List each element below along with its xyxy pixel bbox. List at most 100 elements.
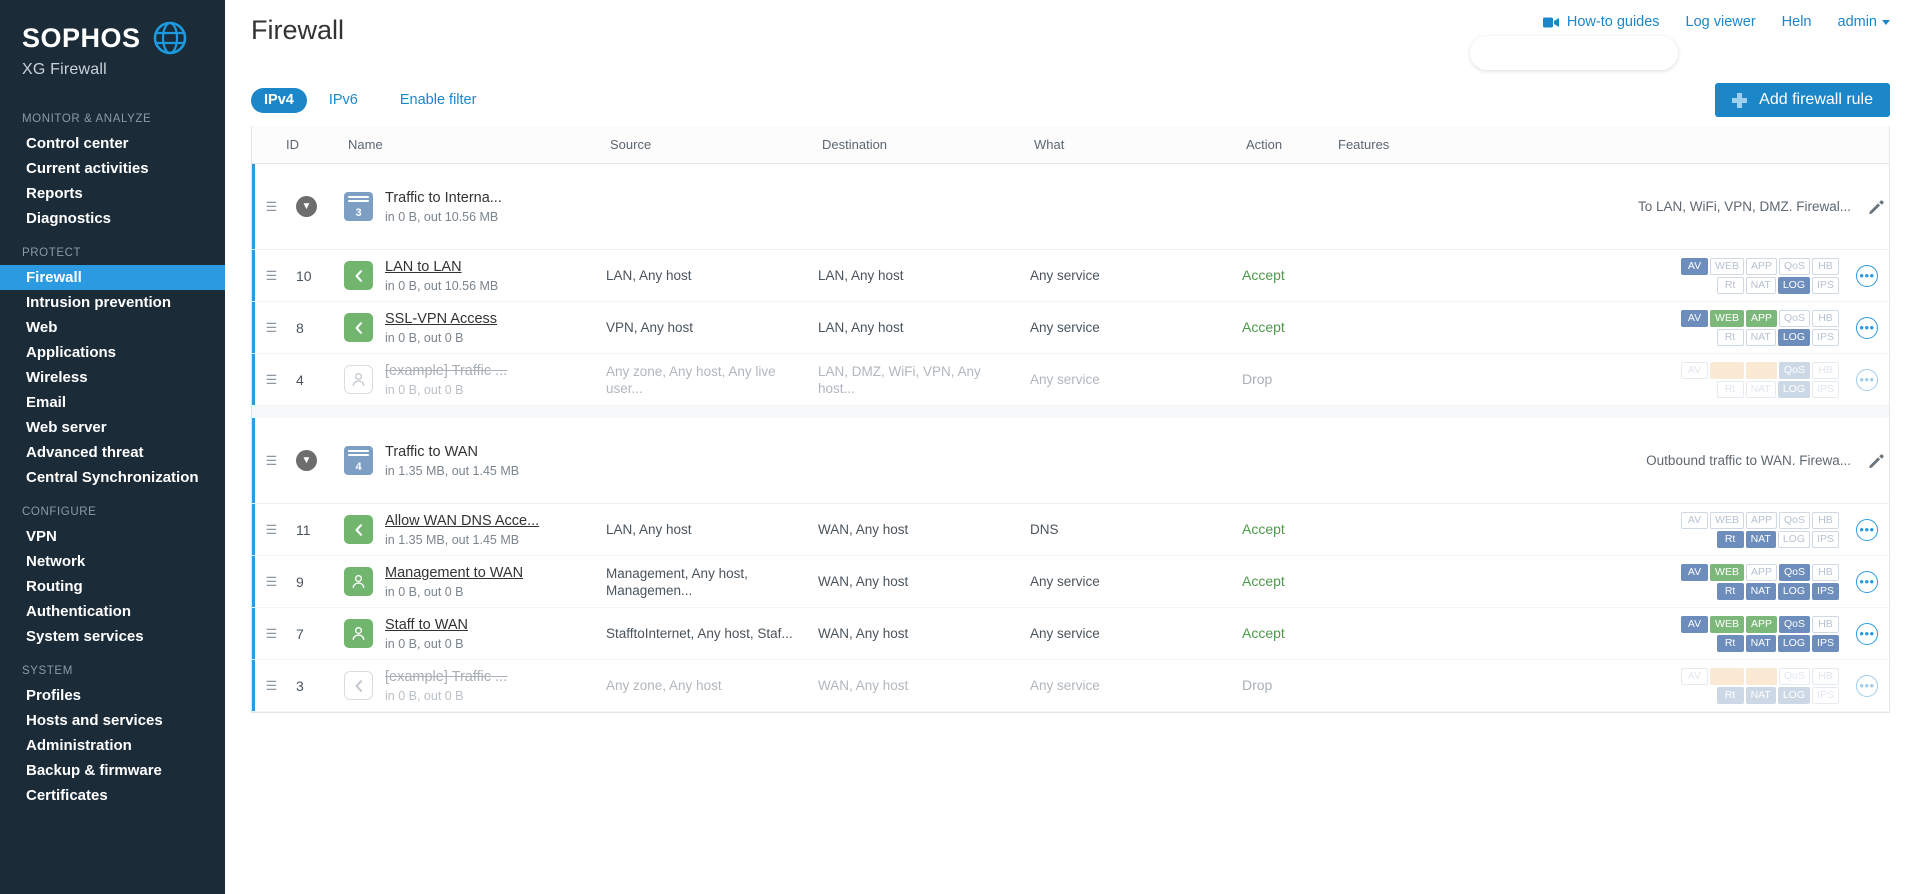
- feature-badge-app[interactable]: APP: [1746, 668, 1777, 685]
- sidebar-item-system-services[interactable]: System services: [0, 624, 225, 649]
- feature-badge-ips[interactable]: IPS: [1812, 381, 1839, 398]
- feature-badge-nat[interactable]: NAT: [1746, 531, 1776, 548]
- feature-badge-rt[interactable]: Rt: [1717, 277, 1744, 294]
- table-row[interactable]: ☰7Staff to WANin 0 B, out 0 BStafftoInte…: [252, 608, 1889, 660]
- edit-group-icon[interactable]: [1863, 199, 1889, 215]
- table-row[interactable]: ☰8SSL-VPN Accessin 0 B, out 0 BVPN, Any …: [252, 302, 1889, 354]
- sidebar-item-vpn[interactable]: VPN: [0, 524, 225, 549]
- table-row[interactable]: ☰9Management to WANin 0 B, out 0 BManage…: [252, 556, 1889, 608]
- feature-badge-ips[interactable]: IPS: [1812, 583, 1839, 600]
- row-more-menu-icon[interactable]: •••: [1856, 571, 1878, 593]
- feature-badge-hb[interactable]: HB: [1812, 362, 1839, 379]
- feature-badge-nat[interactable]: NAT: [1746, 635, 1776, 652]
- feature-badge-av[interactable]: AV: [1681, 258, 1708, 275]
- feature-badge-nat[interactable]: NAT: [1746, 687, 1776, 704]
- feature-badge-hb[interactable]: HB: [1812, 258, 1839, 275]
- table-row[interactable]: ☰11Allow WAN DNS Acce...in 1.35 MB, out …: [252, 504, 1889, 556]
- sidebar-item-certificates[interactable]: Certificates: [0, 783, 225, 808]
- drag-handle[interactable]: ☰: [252, 372, 282, 388]
- feature-badge-rt[interactable]: Rt: [1717, 531, 1744, 548]
- feature-badge-av[interactable]: AV: [1681, 564, 1708, 581]
- feature-badge-av[interactable]: AV: [1681, 362, 1708, 379]
- feature-badge-ips[interactable]: IPS: [1812, 277, 1839, 294]
- feature-badge-hb[interactable]: HB: [1812, 564, 1839, 581]
- sidebar-item-reports[interactable]: Reports: [0, 181, 225, 206]
- collapse-group-icon[interactable]: ▼: [296, 450, 317, 471]
- drag-handle[interactable]: ☰: [252, 574, 282, 590]
- feature-badge-app[interactable]: APP: [1746, 310, 1777, 327]
- feature-badge-web[interactable]: WEB: [1710, 668, 1744, 685]
- sidebar-item-profiles[interactable]: Profiles: [0, 683, 225, 708]
- row-more-menu-icon[interactable]: •••: [1856, 623, 1878, 645]
- feature-badge-log[interactable]: LOG: [1778, 329, 1810, 346]
- sidebar-item-central-synchronization[interactable]: Central Synchronization: [0, 465, 225, 490]
- feature-badge-ips[interactable]: IPS: [1812, 687, 1839, 704]
- feature-badge-hb[interactable]: HB: [1812, 668, 1839, 685]
- rule-name-link[interactable]: Staff to WAN: [385, 617, 468, 633]
- feature-badge-ips[interactable]: IPS: [1812, 329, 1839, 346]
- drag-handle[interactable]: ☰: [252, 320, 282, 336]
- sidebar-item-administration[interactable]: Administration: [0, 733, 225, 758]
- feature-badge-hb[interactable]: HB: [1812, 616, 1839, 633]
- feature-badge-nat[interactable]: NAT: [1746, 329, 1776, 346]
- feature-badge-app[interactable]: APP: [1746, 512, 1777, 529]
- rule-name-link[interactable]: [example] Traffic ...: [385, 363, 507, 379]
- table-row[interactable]: ☰4[example] Traffic ...in 0 B, out 0 BAn…: [252, 354, 1889, 406]
- feature-badge-qos[interactable]: QoS: [1779, 564, 1810, 581]
- admin-menu[interactable]: admin: [1838, 14, 1891, 30]
- feature-badge-web[interactable]: WEB: [1710, 310, 1744, 327]
- sidebar-item-network[interactable]: Network: [0, 549, 225, 574]
- search-popover[interactable]: [1470, 36, 1678, 70]
- feature-badge-av[interactable]: AV: [1681, 668, 1708, 685]
- feature-badge-nat[interactable]: NAT: [1746, 583, 1776, 600]
- sidebar-item-web[interactable]: Web: [0, 315, 225, 340]
- sidebar-item-web-server[interactable]: Web server: [0, 415, 225, 440]
- rule-group-row[interactable]: ☰▼3Traffic to Interna...in 0 B, out 10.5…: [252, 164, 1889, 250]
- drag-handle[interactable]: ☰: [252, 453, 282, 469]
- drag-handle[interactable]: ☰: [252, 626, 282, 642]
- sidebar-item-advanced-threat[interactable]: Advanced threat: [0, 440, 225, 465]
- sidebar-item-wireless[interactable]: Wireless: [0, 365, 225, 390]
- drag-handle[interactable]: ☰: [252, 268, 282, 284]
- feature-badge-nat[interactable]: NAT: [1746, 381, 1776, 398]
- how-to-guides-link[interactable]: How-to guides: [1543, 14, 1660, 30]
- sidebar-item-backup-firmware[interactable]: Backup & firmware: [0, 758, 225, 783]
- feature-badge-log[interactable]: LOG: [1778, 531, 1810, 548]
- enable-filter-link[interactable]: Enable filter: [400, 92, 477, 108]
- feature-badge-app[interactable]: APP: [1746, 616, 1777, 633]
- sidebar-item-current-activities[interactable]: Current activities: [0, 156, 225, 181]
- feature-badge-av[interactable]: AV: [1681, 512, 1708, 529]
- feature-badge-av[interactable]: AV: [1681, 616, 1708, 633]
- feature-badge-qos[interactable]: QoS: [1779, 616, 1810, 633]
- drag-handle[interactable]: ☰: [252, 199, 282, 215]
- drag-handle[interactable]: ☰: [252, 522, 282, 538]
- table-row[interactable]: ☰10LAN to LANin 0 B, out 10.56 MBLAN, An…: [252, 250, 1889, 302]
- sidebar-item-firewall[interactable]: Firewall: [0, 265, 225, 290]
- feature-badge-log[interactable]: LOG: [1778, 583, 1810, 600]
- log-viewer-link[interactable]: Log viewer: [1686, 14, 1756, 30]
- feature-badge-rt[interactable]: Rt: [1717, 329, 1744, 346]
- feature-badge-log[interactable]: LOG: [1778, 381, 1810, 398]
- feature-badge-app[interactable]: APP: [1746, 258, 1777, 275]
- rule-name-link[interactable]: LAN to LAN: [385, 259, 462, 275]
- feature-badge-qos[interactable]: QoS: [1779, 512, 1810, 529]
- sidebar-item-hosts-and-services[interactable]: Hosts and services: [0, 708, 225, 733]
- help-link[interactable]: Heln: [1782, 14, 1812, 30]
- feature-badge-hb[interactable]: HB: [1812, 512, 1839, 529]
- feature-badge-web[interactable]: WEB: [1710, 564, 1744, 581]
- feature-badge-log[interactable]: LOG: [1778, 635, 1810, 652]
- feature-badge-app[interactable]: APP: [1746, 564, 1777, 581]
- sidebar-item-diagnostics[interactable]: Diagnostics: [0, 206, 225, 231]
- feature-badge-ips[interactable]: IPS: [1812, 635, 1839, 652]
- feature-badge-qos[interactable]: QoS: [1779, 310, 1810, 327]
- feature-badge-qos[interactable]: QoS: [1779, 258, 1810, 275]
- sidebar-item-email[interactable]: Email: [0, 390, 225, 415]
- feature-badge-nat[interactable]: NAT: [1746, 277, 1776, 294]
- feature-badge-web[interactable]: WEB: [1710, 616, 1744, 633]
- feature-badge-qos[interactable]: QoS: [1779, 668, 1810, 685]
- rule-name-link[interactable]: Management to WAN: [385, 565, 523, 581]
- feature-badge-app[interactable]: APP: [1746, 362, 1777, 379]
- tab-ipv6[interactable]: IPv6: [329, 92, 358, 108]
- feature-badge-log[interactable]: LOG: [1778, 687, 1810, 704]
- feature-badge-ips[interactable]: IPS: [1812, 531, 1839, 548]
